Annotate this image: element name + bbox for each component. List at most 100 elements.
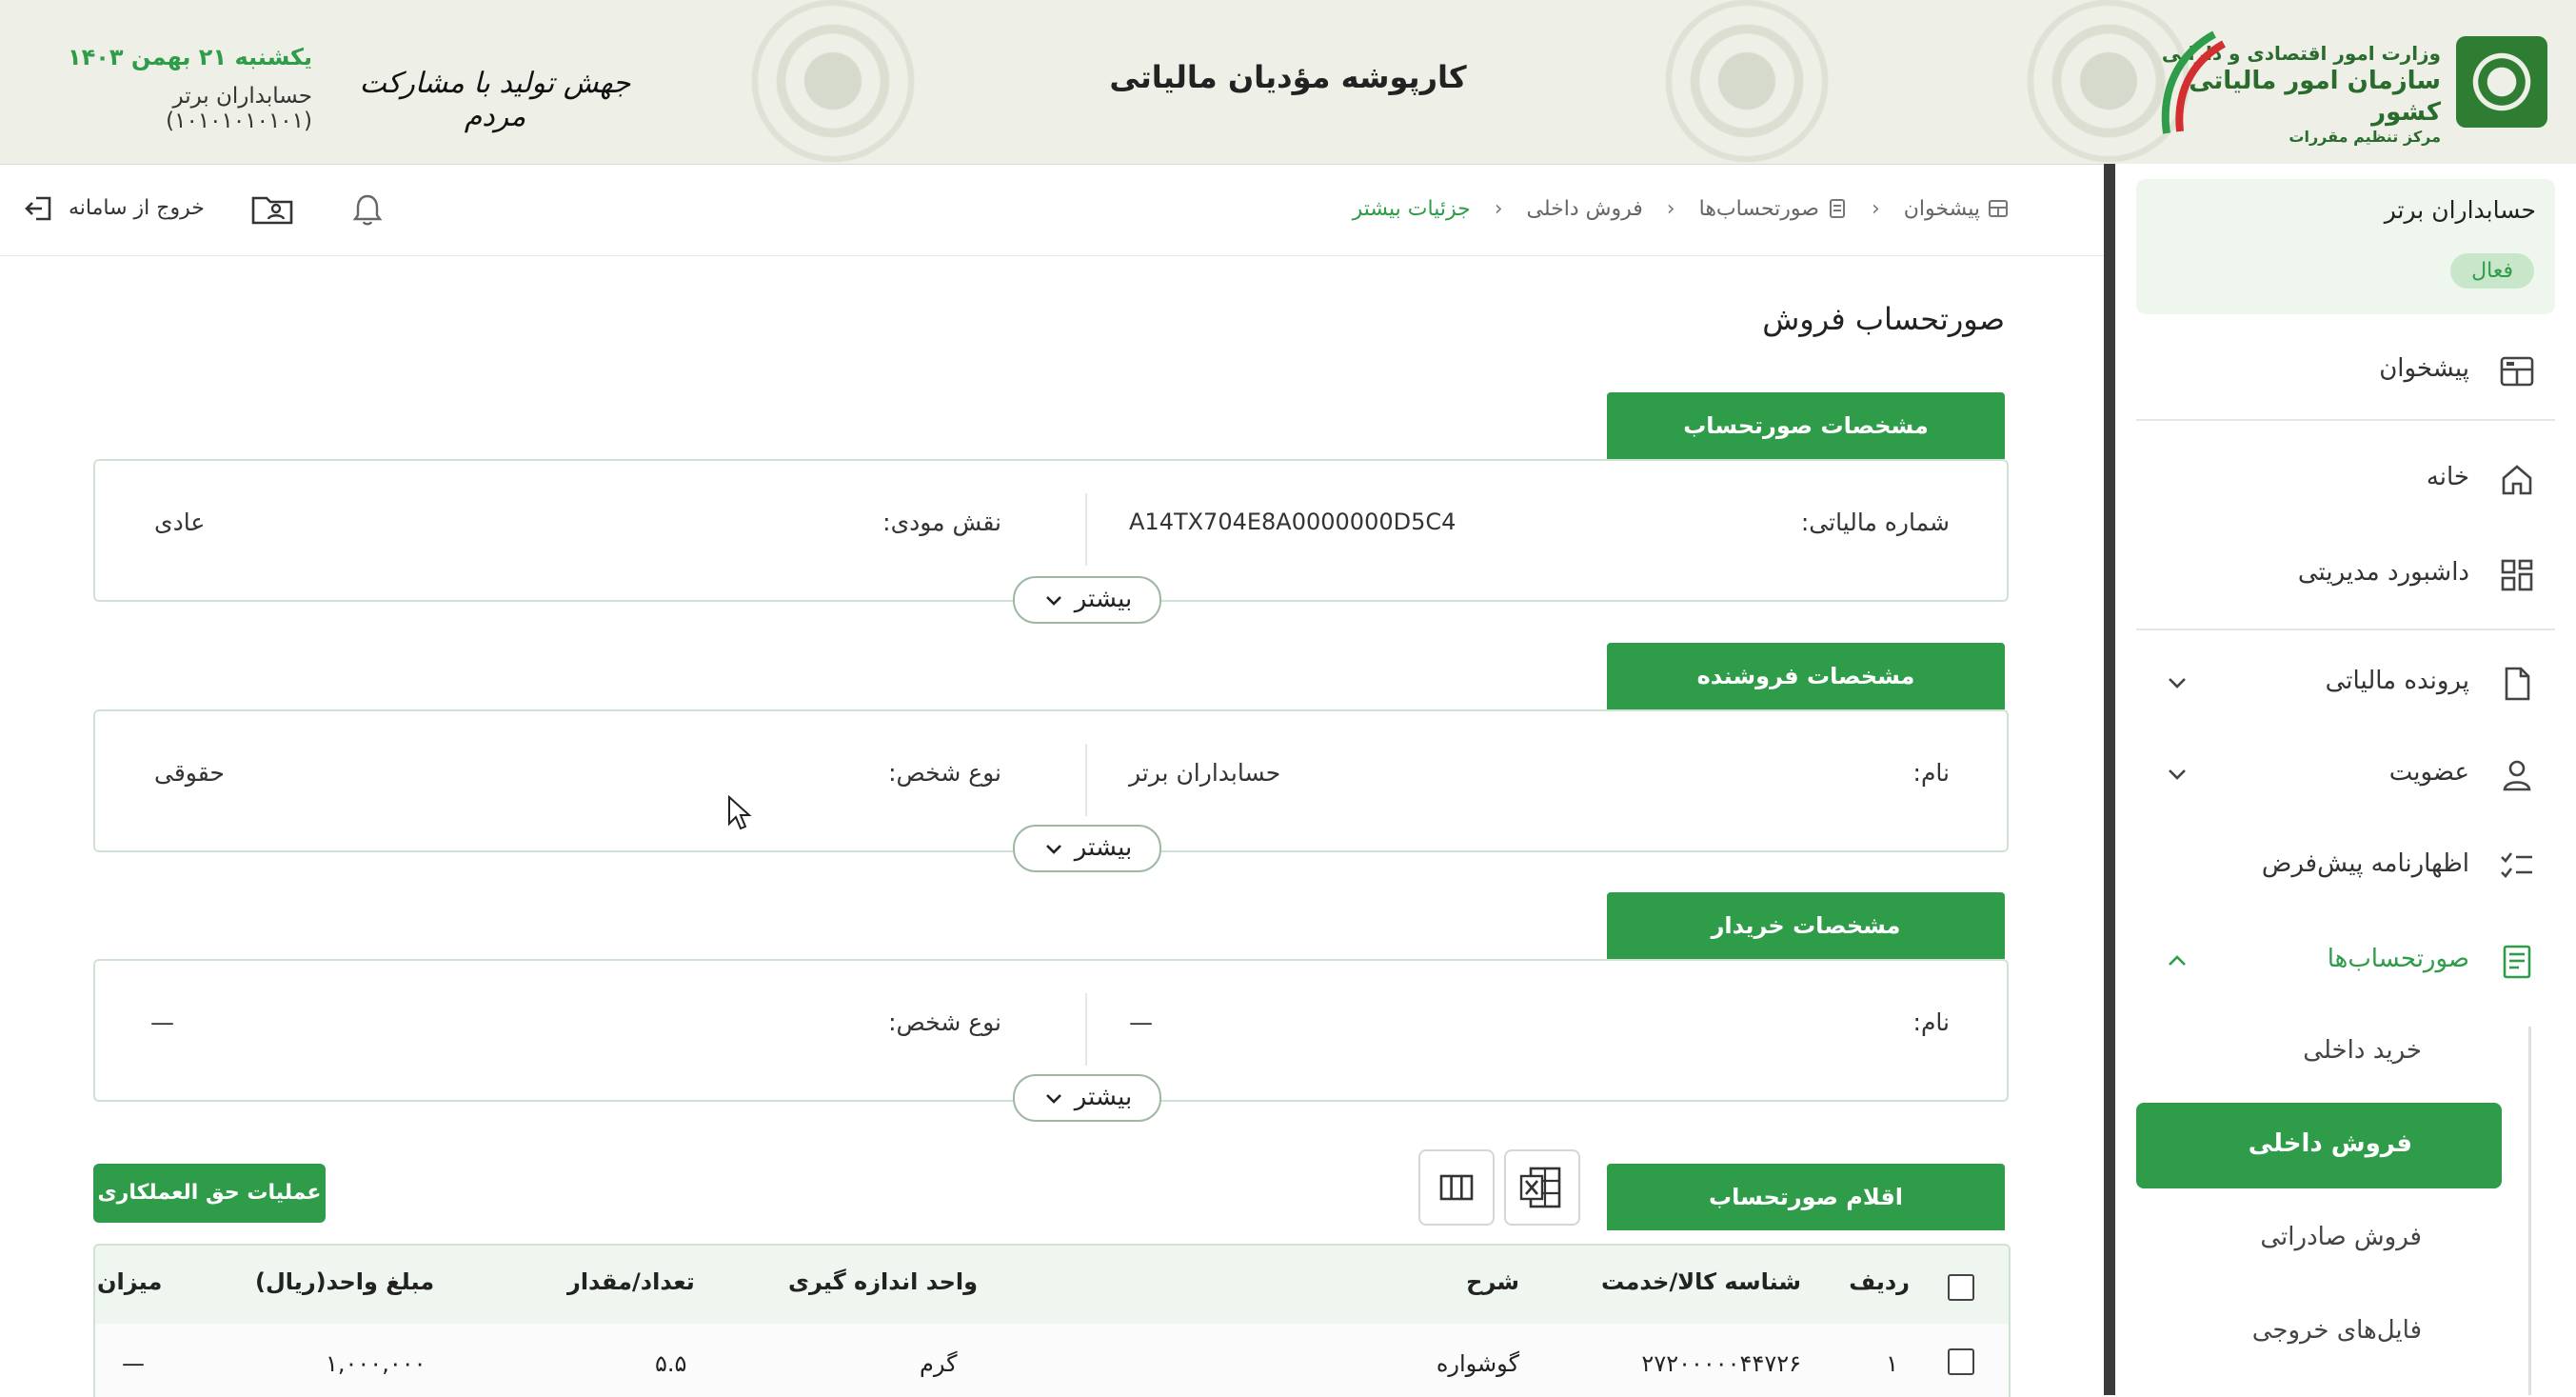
more-button[interactable]: بیشتر — [1013, 576, 1161, 624]
current-user: حسابداران برتر (۱۰۱۰۱۰۱۰۱۰۱) — [166, 84, 312, 133]
table-header: ردیف شناسه کالا/خدمت شرح واحد اندازه گیر… — [95, 1246, 2009, 1324]
cell-rate: — — [122, 1350, 145, 1377]
column-header-row[interactable]: ردیف — [1849, 1268, 1910, 1295]
more-button[interactable]: بیشتر — [1013, 825, 1161, 872]
sidebar-subitem-output-files[interactable]: فایل‌های خروجی — [2136, 1289, 2498, 1375]
sidebar-item-label: داشبورد مدیریتی — [2297, 558, 2469, 587]
table-row[interactable]: ۱ ۲۷۲۰۰۰۰۰۴۴۷۲۶ گوشواره گرم ۵.۵ ۱,۰۰۰,۰۰… — [95, 1324, 2009, 1397]
chevron-down-icon[interactable] — [2163, 760, 2191, 788]
breadcrumb-item-dashboard[interactable]: پیشخوان — [1904, 196, 2009, 221]
seller-name-label: نام: — [1912, 759, 1950, 787]
breadcrumb-item-current: جزئیات بیشتر — [1352, 196, 1471, 221]
sidebar-subitem-domestic-purchase[interactable]: خرید داخلی — [2136, 1009, 2498, 1095]
commission-operations-button[interactable]: عملیات حق العملکاری — [93, 1164, 326, 1223]
cell-quantity: ۵.۵ — [655, 1350, 687, 1377]
excel-export-button[interactable] — [1504, 1149, 1580, 1226]
select-all-checkbox[interactable] — [1948, 1274, 1974, 1301]
column-header-code[interactable]: شناسه کالا/خدمت — [1601, 1268, 1801, 1295]
home-icon — [2502, 465, 2532, 495]
cell-description: گوشواره — [1436, 1350, 1519, 1377]
sidebar-item-membership[interactable]: عضویت — [2136, 739, 2555, 808]
breadcrumb-item-domestic-sales[interactable]: فروش داخلی — [1527, 197, 1643, 221]
sidebar-subitem-label: فروش داخلی — [2248, 1129, 2412, 1158]
breadcrumb-item-invoices[interactable]: صورتحساب‌ها — [1699, 196, 1848, 221]
taxpayer-role-value: عادی — [154, 509, 206, 536]
buyer-name-value: — — [1129, 1008, 1153, 1036]
chevron-up-icon[interactable] — [2163, 947, 2191, 975]
breadcrumb: پیشخوان ‹ صورتحساب‌ها ‹ فروش داخلی ‹ جزئ… — [1353, 196, 2009, 221]
sidebar-subitem-label: فایل‌های خروجی — [2251, 1316, 2422, 1345]
column-header-quantity[interactable]: تعداد/مقدار — [567, 1268, 695, 1295]
sidebar-item-home[interactable]: خانه — [2136, 444, 2555, 512]
status-badge: فعال — [2450, 253, 2534, 289]
tax-org-logo: وزارت امور اقتصادی و دارایی سازمان امور … — [2148, 21, 2547, 146]
sidebar-item-label: پیشخوان — [2379, 354, 2469, 383]
row-checkbox[interactable] — [1948, 1348, 1974, 1375]
account-name: حسابداران برتر — [2384, 196, 2536, 224]
user-folder-icon[interactable] — [249, 189, 295, 230]
mouse-cursor-icon — [728, 795, 752, 830]
tab-invoice-specs[interactable]: مشخصات صورتحساب — [1607, 392, 2005, 459]
columns-icon — [1439, 1174, 1474, 1201]
logout-label: خروج از سامانه — [69, 196, 205, 220]
logout-button[interactable]: خروج از سامانه — [23, 189, 213, 230]
bell-icon[interactable] — [347, 189, 388, 230]
chevron-left-icon: ‹ — [1871, 196, 1880, 221]
items-table: ردیف شناسه کالا/خدمت شرح واحد اندازه گیر… — [93, 1244, 2011, 1397]
submenu-guide-line — [2528, 1027, 2531, 1395]
checklist-icon — [2501, 852, 2532, 878]
flag-swoosh-icon — [2161, 30, 2227, 134]
chevron-down-icon — [1045, 595, 1061, 606]
sidebar-item-invoices[interactable]: صورتحساب‌ها — [2136, 926, 2555, 994]
seller-name-value: حسابداران برتر — [1129, 759, 1281, 787]
receipt-icon — [1829, 199, 1845, 219]
sidebar-item-label: خانه — [2426, 463, 2469, 491]
emblem-icon — [2456, 36, 2547, 128]
chevron-left-icon: ‹ — [1666, 196, 1675, 221]
tab-buyer-specs[interactable]: مشخصات خریدار — [1607, 892, 2005, 959]
column-header-description[interactable]: شرح — [1466, 1268, 1519, 1295]
slogan-text: جهش تولید با مشارکت مردم — [359, 67, 631, 133]
tab-invoice-items[interactable]: اقلام صورتحساب — [1607, 1164, 2005, 1230]
cell-unit-price: ۱,۰۰۰,۰۰۰ — [326, 1350, 426, 1377]
sidebar-item-label: صورتحساب‌ها — [2327, 945, 2469, 973]
more-button[interactable]: بیشتر — [1013, 1074, 1161, 1122]
sidebar-subitem-label: فروش صادراتی — [2260, 1223, 2422, 1251]
buyer-type-label: نوع شخص: — [888, 1008, 1001, 1036]
sidebar-separator — [2136, 419, 2555, 421]
file-icon — [2505, 667, 2530, 701]
column-header-unit-price[interactable]: مبلغ واحد(ریال) — [255, 1268, 434, 1295]
grid-icon — [2501, 559, 2533, 591]
seller-type-label: نوع شخص: — [888, 759, 1001, 787]
sidebar-subitem-export-sales[interactable]: فروش صادراتی — [2136, 1196, 2498, 1282]
sidebar-item-management-dashboard[interactable]: داشبورد مدیریتی — [2136, 539, 2555, 608]
sidebar-separator — [2136, 629, 2555, 630]
sidebar-item-label: عضویت — [2388, 758, 2469, 787]
tab-seller-specs[interactable]: مشخصات فروشنده — [1607, 643, 2005, 709]
account-card: حسابداران برتر فعال — [2136, 179, 2555, 314]
chevron-down-icon — [1045, 1093, 1061, 1104]
sidebar-subitem-domestic-sales[interactable]: فروش داخلی — [2136, 1103, 2502, 1188]
sidebar-subitem-label: خرید داخلی — [2303, 1036, 2422, 1065]
top-header: کارپوشه مؤدیان مالیاتی وزارت امور اقتصاد… — [0, 0, 2576, 165]
buyer-type-value: — — [150, 1008, 174, 1036]
date-user-block: یکشنبه ۲۱ بهمن ۱۴۰۳ حسابداران برتر (۱۰۱۰… — [27, 44, 312, 133]
columns-toggle-button[interactable] — [1418, 1149, 1495, 1226]
sidebar-item-label: پرونده مالیاتی — [2325, 667, 2469, 695]
dashboard-icon — [1989, 200, 2008, 218]
page-title: صورتحساب فروش — [1762, 301, 2005, 337]
sidebar-item-default-declaration[interactable]: اظهارنامه پیش‌فرض — [2136, 830, 2555, 899]
column-header-rate[interactable]: میزان — [97, 1268, 162, 1295]
taxpayer-role-label: نقش مودی: — [882, 509, 1001, 536]
current-date: یکشنبه ۲۱ بهمن ۱۴۰۳ — [67, 44, 312, 70]
sidebar-item-tax-file[interactable]: پرونده مالیاتی — [2136, 648, 2555, 716]
excel-icon — [1519, 1167, 1561, 1208]
buyer-name-label: نام: — [1912, 1008, 1950, 1036]
cell-unit: گرم — [920, 1350, 958, 1377]
chevron-down-icon[interactable] — [2163, 669, 2191, 697]
field-divider — [1085, 744, 1087, 816]
sidebar-item-dashboard[interactable]: پیشخوان — [2136, 335, 2555, 404]
logout-icon — [25, 196, 51, 221]
column-header-unit[interactable]: واحد اندازه گیری — [788, 1268, 978, 1295]
cell-code: ۲۷۲۰۰۰۰۰۴۴۷۲۶ — [1641, 1350, 1801, 1377]
